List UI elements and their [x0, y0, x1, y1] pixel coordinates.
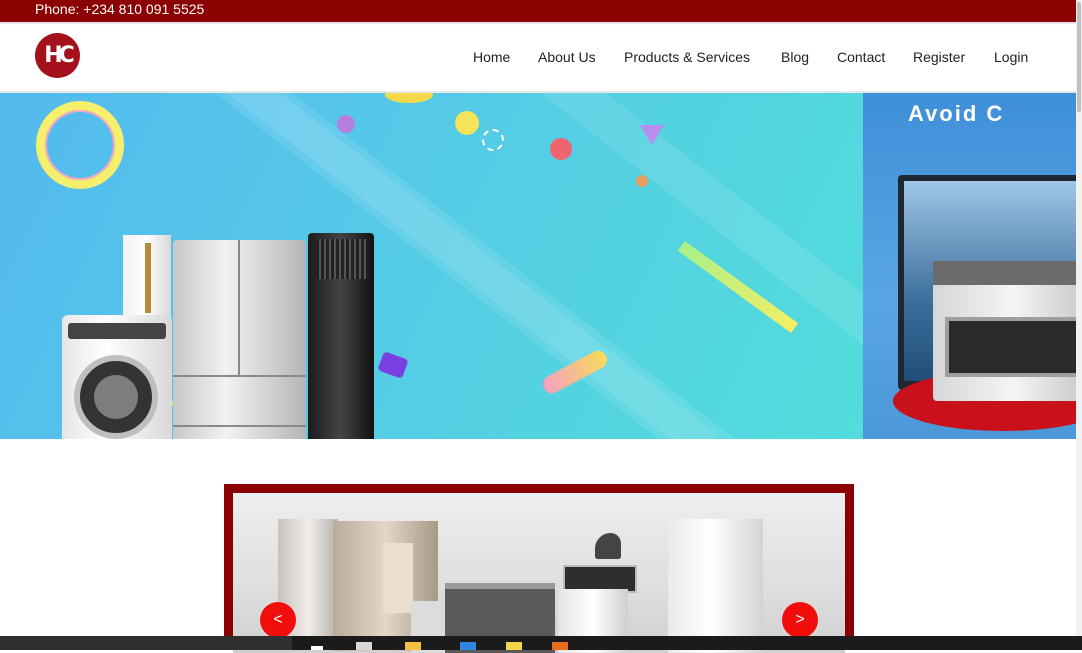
yellow-blob-shape: [385, 93, 433, 103]
phone-number: Phone: +234 810 091 5525: [35, 1, 205, 17]
purple-dot-shape: [337, 115, 355, 133]
os-taskbar: [0, 636, 1082, 650]
edge-icon[interactable]: [460, 642, 476, 650]
app-icon[interactable]: [552, 642, 568, 650]
yellow-ring-shape: [36, 101, 124, 189]
slider-prev-button[interactable]: <: [260, 602, 296, 638]
hero-slide-caption: Avoid C: [908, 101, 1005, 126]
folder-icon[interactable]: [405, 642, 421, 650]
page-scrollbar[interactable]: [1076, 0, 1082, 636]
notepad-icon[interactable]: [356, 642, 372, 650]
taskbar-search-area[interactable]: [0, 636, 292, 650]
nav-home[interactable]: Home: [473, 49, 510, 65]
hero-banner-image: [0, 93, 863, 439]
slider-next-button[interactable]: >: [782, 602, 818, 638]
site-header: HC Home About Us Products & Services Blo…: [0, 25, 1076, 91]
product-slider: [224, 484, 854, 653]
nav-blog[interactable]: Blog: [781, 49, 809, 65]
red-dot-shape: [550, 138, 572, 160]
dashed-circle-shape: [482, 129, 504, 151]
silver-fridge: [173, 240, 306, 439]
washing-machine: [62, 315, 172, 439]
purple-cube-shape: [377, 351, 409, 379]
fridge-item: [668, 519, 763, 653]
logo-text: HC: [44, 43, 75, 68]
top-bar: Phone: +234 810 091 5525: [0, 0, 1076, 22]
nav-products-services[interactable]: Products & Services: [624, 49, 750, 65]
scrollbar-thumb[interactable]: [1077, 2, 1081, 112]
nav-register[interactable]: Register: [913, 49, 965, 65]
nav-contact[interactable]: Contact: [837, 49, 885, 65]
nav-about-us[interactable]: About Us: [538, 49, 596, 65]
yellow-dot-shape: [455, 111, 479, 135]
iron-item: [595, 533, 621, 559]
gas-cooker: [933, 261, 1076, 401]
fridge-shelf: [383, 543, 413, 613]
product-slide-image: [233, 493, 845, 653]
sticky-icon[interactable]: [506, 642, 522, 650]
hero-next-slide: Avoid C: [863, 93, 1076, 439]
tower-appliance: [123, 235, 171, 325]
orange-dot-shape: [636, 175, 648, 187]
start-icon[interactable]: [311, 646, 323, 650]
nav-login[interactable]: Login: [994, 49, 1028, 65]
purple-triangle-shape: [640, 125, 664, 145]
site-logo[interactable]: HC: [35, 33, 80, 78]
black-fridge: [308, 233, 374, 439]
